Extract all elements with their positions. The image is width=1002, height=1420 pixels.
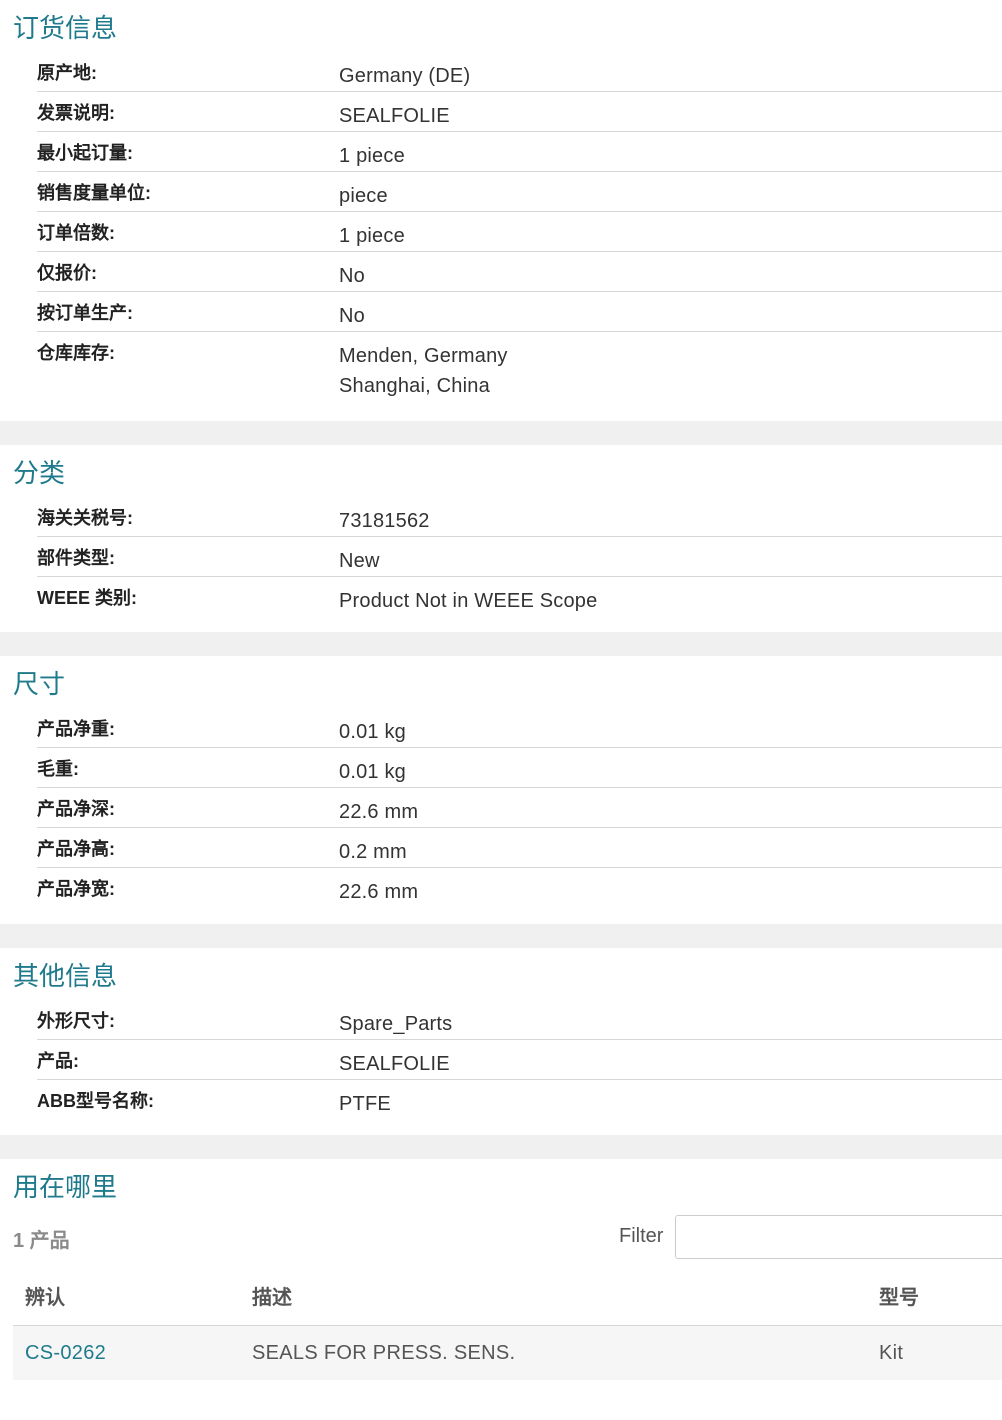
other-info-section: 其他信息 外形尺寸: Spare_Parts 产品: SEALFOLIE ABB… (0, 948, 1002, 1135)
info-label: 外形尺寸: (37, 1011, 115, 1031)
info-label: 产品净重: (37, 719, 115, 739)
product-id-link[interactable]: CS-0262 (13, 1325, 240, 1380)
section-divider (0, 924, 1002, 948)
filter-input[interactable] (675, 1215, 1002, 1259)
info-label: 产品净高: (37, 839, 115, 859)
section-title: 订货信息 (13, 13, 118, 43)
info-label: 发票说明: (37, 103, 115, 123)
info-label: 原产地: (37, 63, 97, 83)
info-value: No (339, 305, 365, 327)
info-value: SEALFOLIE (339, 1053, 450, 1075)
info-label: 仓库库存: (37, 343, 115, 363)
info-value: New (339, 550, 380, 572)
section-divider (0, 421, 1002, 445)
info-value: 0.01 kg (339, 761, 407, 783)
info-row: 产品净重: 0.01 kg (37, 708, 1002, 748)
section-divider (0, 632, 1002, 656)
column-header-model[interactable]: 型号 (867, 1265, 1002, 1326)
info-row: 外形尺寸: Spare_Parts (37, 1000, 1002, 1040)
info-value: PTFE (339, 1093, 391, 1115)
info-value: 22.6 mm (339, 801, 419, 823)
info-row: 发票说明: SEALFOLIE (37, 92, 1002, 132)
product-count: 1 产品 (13, 1229, 70, 1252)
info-label: 部件类型: (37, 548, 115, 568)
classification-section: 分类 海关关税号: 73181562 部件类型: New WEEE 类别: Pr… (0, 445, 1002, 632)
info-label: 按订单生产: (37, 303, 133, 323)
info-label: 销售度量单位: (37, 183, 151, 203)
product-description: SEALS FOR PRESS. SENS. (240, 1325, 867, 1380)
dimensions-section: 尺寸 产品净重: 0.01 kg 毛重: 0.01 kg 产品净深: 22.6 … (0, 656, 1002, 924)
info-value: 1 piece (339, 145, 405, 167)
info-row: 仅报价: No (37, 252, 1002, 292)
section-title: 用在哪里 (13, 1172, 118, 1202)
section-title: 分类 (13, 458, 66, 488)
info-value: Spare_Parts (339, 1013, 453, 1035)
info-row: 产品: SEALFOLIE (37, 1040, 1002, 1080)
info-value: 73181562 (339, 510, 430, 532)
info-label: ABB型号名称: (37, 1091, 154, 1111)
column-header-description[interactable]: 描述 (240, 1265, 867, 1326)
table-row: CS-0262 SEALS FOR PRESS. SENS. Kit (13, 1325, 1002, 1380)
info-row: 仓库库存: Menden, Germany Shanghai, China (37, 332, 1002, 402)
info-label: 毛重: (37, 759, 79, 779)
info-label: 仅报价: (37, 263, 97, 283)
info-label: 产品净深: (37, 799, 115, 819)
section-title: 尺寸 (13, 669, 66, 699)
warehouse-location: Menden, Germany (339, 345, 508, 367)
info-row: 销售度量单位: piece (37, 172, 1002, 212)
info-value: 0.01 kg (339, 721, 407, 743)
info-row: 产品净高: 0.2 mm (37, 828, 1002, 868)
info-row: ABB型号名称: PTFE (37, 1080, 1002, 1120)
info-value: piece (339, 185, 388, 207)
info-row: WEEE 类别: Product Not in WEEE Scope (37, 577, 1002, 617)
info-value: 0.2 mm (339, 841, 407, 863)
info-row: 原产地: Germany (DE) (37, 52, 1002, 92)
info-row: 产品净深: 22.6 mm (37, 788, 1002, 828)
info-value: Product Not in WEEE Scope (339, 590, 598, 612)
section-divider (0, 1135, 1002, 1159)
where-used-toolbar: 1 产品 Filter (0, 1211, 1002, 1265)
section-title: 其他信息 (13, 961, 118, 991)
info-value: Menden, Germany Shanghai, China (339, 332, 1002, 401)
warehouse-location: Shanghai, China (339, 375, 490, 397)
filter-label: Filter (619, 1225, 664, 1247)
product-model: Kit (867, 1325, 1002, 1380)
info-label: 最小起订量: (37, 143, 133, 163)
info-row: 按订单生产: No (37, 292, 1002, 332)
where-used-table: 辨认 描述 型号 CS-0262 SEALS FOR PRESS. SENS. … (13, 1265, 1002, 1380)
info-value: SEALFOLIE (339, 105, 450, 127)
info-value: 1 piece (339, 225, 405, 247)
info-value: Germany (DE) (339, 65, 471, 87)
info-label: WEEE 类别: (37, 588, 138, 608)
column-header-id[interactable]: 辨认 (13, 1265, 240, 1326)
info-row: 最小起订量: 1 piece (37, 132, 1002, 172)
info-label: 产品: (37, 1051, 79, 1071)
info-row: 产品净宽: 22.6 mm (37, 868, 1002, 908)
info-label: 产品净宽: (37, 879, 115, 899)
info-label: 海关关税号: (37, 508, 133, 528)
info-row: 部件类型: New (37, 537, 1002, 577)
info-value: No (339, 265, 365, 287)
ordering-info-section: 订货信息 原产地: Germany (DE) 发票说明: SEALFOLIE 最… (0, 0, 1002, 421)
where-used-section: 用在哪里 1 产品 Filter 辨认 描述 型号 CS-0262 SEALS … (0, 1159, 1002, 1380)
info-value: 22.6 mm (339, 881, 419, 903)
info-row: 毛重: 0.01 kg (37, 748, 1002, 788)
info-label: 订单倍数: (37, 223, 115, 243)
info-row: 海关关税号: 73181562 (37, 497, 1002, 537)
table-header-row: 辨认 描述 型号 (13, 1265, 1002, 1326)
info-row: 订单倍数: 1 piece (37, 212, 1002, 252)
